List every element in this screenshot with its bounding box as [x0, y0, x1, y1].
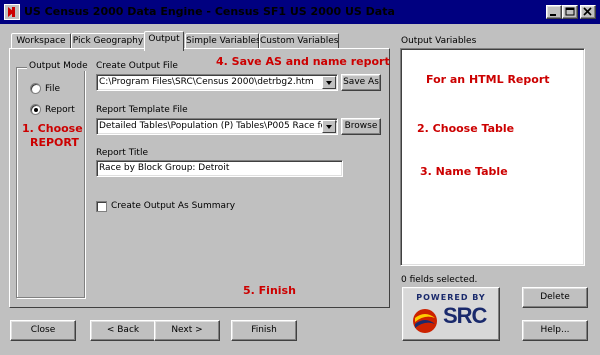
minimize-icon [547, 6, 561, 18]
annotation-html-report: For an HTML Report [426, 73, 550, 86]
app-logo-icon[interactable] [4, 4, 20, 20]
tab-simple-variables[interactable]: Simple Variables [185, 33, 261, 49]
next-button[interactable]: Next > [154, 320, 220, 341]
file-radio[interactable] [30, 83, 41, 94]
minimize-button[interactable] [546, 5, 562, 19]
annotation-choose-report-2: REPORT [30, 136, 79, 149]
tab-pick-geography[interactable]: Pick Geography [71, 33, 145, 49]
report-radio-label[interactable]: Report [45, 105, 75, 115]
tab-output[interactable]: Output [144, 31, 184, 51]
finish-button[interactable]: Finish [231, 320, 297, 341]
back-button[interactable]: < Back [90, 320, 156, 341]
create-summary-label[interactable]: Create Output As Summary [111, 201, 235, 211]
output-variables-label: Output Variables [401, 36, 477, 46]
output-file-select[interactable]: C:\Program Files\SRC\Census 2000\detrbg2… [96, 74, 338, 91]
save-as-button[interactable]: Save As [341, 74, 381, 91]
src-swirl-icon [413, 309, 437, 333]
report-template-value: Detailed Tables\Population (P) Tables\P0… [99, 121, 338, 131]
create-summary-checkbox[interactable] [96, 201, 107, 212]
maximize-icon [563, 6, 577, 18]
help-button[interactable]: Help... [522, 320, 588, 341]
report-template-select[interactable]: Detailed Tables\Population (P) Tables\P0… [96, 118, 338, 135]
report-title-label: Report Title [96, 148, 148, 158]
chevron-down-icon[interactable] [322, 76, 336, 89]
create-output-file-label: Create Output File [96, 61, 178, 71]
browse-button[interactable]: Browse [341, 118, 381, 135]
powered-by-text: POWERED BY [416, 293, 486, 302]
report-radio[interactable] [30, 104, 41, 115]
output-mode-group [16, 67, 85, 298]
tab-workspace[interactable]: Workspace [11, 33, 71, 49]
close-icon [581, 6, 595, 18]
close-button[interactable]: Close [10, 320, 76, 341]
annotation-finish: 5. Finish [243, 284, 296, 297]
report-template-file-label: Report Template File [96, 105, 188, 115]
delete-button[interactable]: Delete [522, 287, 588, 308]
output-file-value: C:\Program Files\SRC\Census 2000\detrbg2… [99, 77, 314, 87]
annotation-choose-report-1: 1. Choose [22, 122, 83, 135]
file-radio-label[interactable]: File [45, 84, 60, 94]
annotation-save-as: 4. Save AS and name report [216, 55, 390, 68]
fields-selected-status: 0 fields selected. [401, 275, 478, 285]
maximize-button[interactable] [562, 5, 578, 19]
annotation-name-table: 3. Name Table [420, 165, 508, 178]
chevron-down-icon[interactable] [322, 120, 336, 133]
report-title-input[interactable]: Race by Block Group: Detroit [96, 160, 343, 177]
src-logo: POWERED BY SRC [402, 287, 500, 341]
close-window-button[interactable] [580, 5, 596, 19]
annotation-choose-table: 2. Choose Table [417, 122, 515, 135]
tab-custom-variables[interactable]: Custom Variables [259, 33, 339, 49]
src-brand-text: SRC [443, 303, 487, 328]
output-mode-label: Output Mode [27, 61, 90, 71]
window-title: US Census 2000 Data Engine - Census SF1 … [24, 5, 395, 18]
